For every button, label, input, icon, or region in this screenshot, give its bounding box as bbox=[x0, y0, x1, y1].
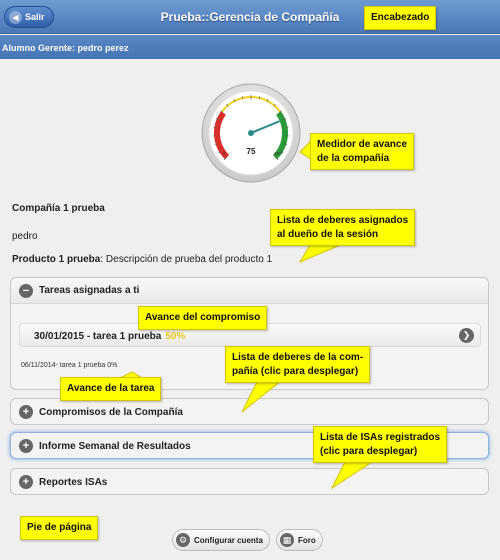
note-medidor: Medidor de avance de la compañía bbox=[310, 133, 415, 170]
annotation-pointers bbox=[119, 138, 374, 490]
note-pie: Pie de página bbox=[20, 516, 99, 540]
note-lista-isas: Lista de ISAs registrados (clic para desp… bbox=[313, 426, 448, 463]
note-lista-compania: Lista de deberes de la com-pañía (clic p… bbox=[225, 346, 371, 383]
note-avance-tarea: Avance de la tarea bbox=[60, 377, 162, 401]
note-avance-compromiso: Avance del compromiso bbox=[138, 306, 268, 330]
note-encabezado: Encabezado bbox=[364, 6, 437, 30]
note-lista-deberes: Lista de deberes asignados al dueño de la… bbox=[270, 209, 416, 246]
